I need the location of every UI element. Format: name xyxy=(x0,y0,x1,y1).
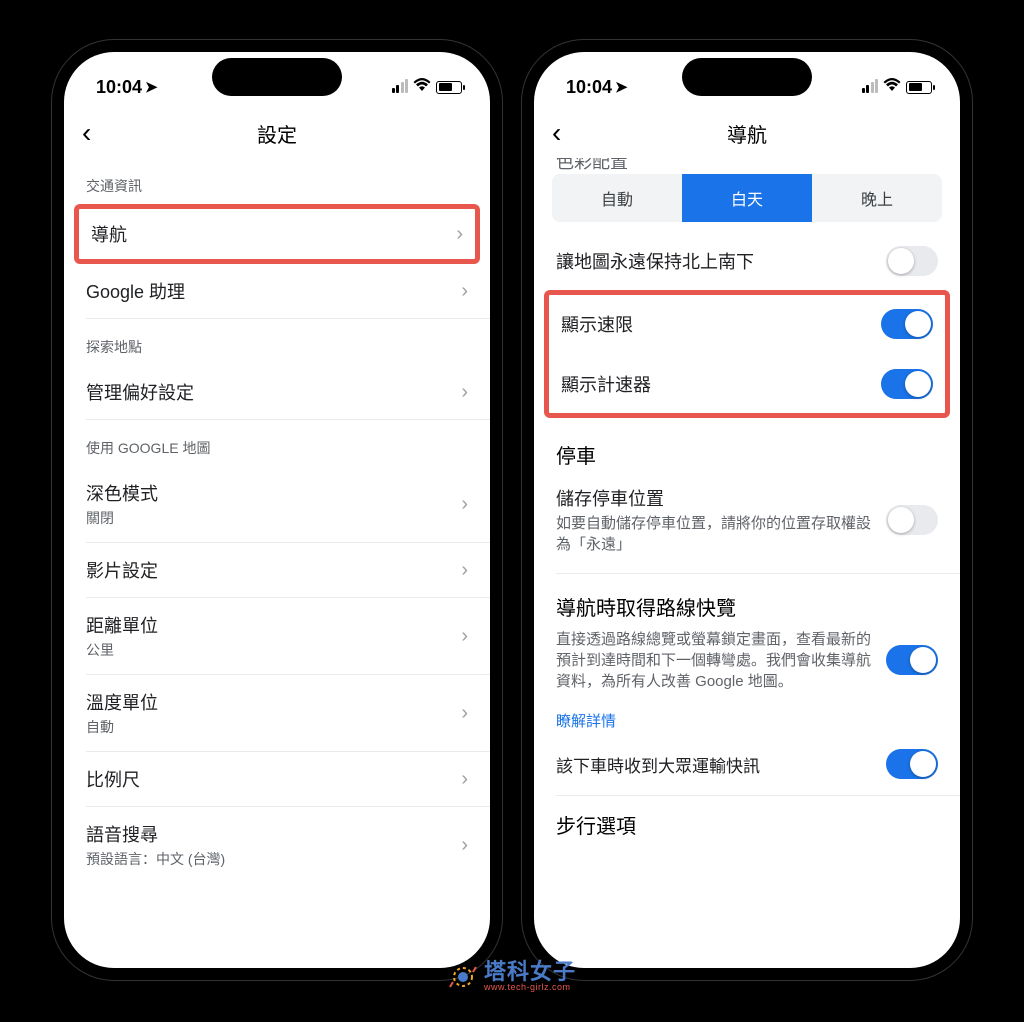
dynamic-island xyxy=(212,58,342,96)
chevron-right-icon: › xyxy=(461,381,468,404)
row-dark-mode[interactable]: 深色模式 關閉 › xyxy=(64,466,490,542)
row-voice-search[interactable]: 語音搜尋 預設語言：中文 (台灣) › xyxy=(64,807,490,883)
toggle-speed-limit[interactable] xyxy=(881,309,933,339)
highlight-navigation: 導航 › xyxy=(74,204,480,264)
row-label: 該下車時收到大眾運輸快訊 xyxy=(556,752,874,777)
chevron-right-icon: › xyxy=(461,493,468,516)
section-header-traffic: 交通資訊 xyxy=(64,158,490,204)
back-button[interactable]: ‹ xyxy=(552,117,561,149)
watermark: 塔科女子 www.tech-girlz.com xyxy=(448,961,576,992)
row-video-settings[interactable]: 影片設定 › xyxy=(64,543,490,597)
section-header-parking: 停車 xyxy=(534,422,960,475)
row-manage-preferences[interactable]: 管理偏好設定 › xyxy=(64,365,490,419)
chevron-right-icon: › xyxy=(461,625,468,648)
segmented-color-scheme: 自動 白天 晚上 xyxy=(552,174,942,222)
status-time: 10:04 xyxy=(96,77,142,98)
battery-icon xyxy=(906,81,932,94)
dynamic-island xyxy=(682,58,812,96)
chevron-right-icon: › xyxy=(461,702,468,725)
row-north-up[interactable]: 讓地圖永遠保持北上南下 xyxy=(534,236,960,286)
toggle-save-parking[interactable] xyxy=(886,505,938,535)
row-value: 預設語言：中文 (台灣) xyxy=(86,849,461,869)
chevron-right-icon: › xyxy=(461,280,468,303)
row-glance[interactable]: 直接透過路線總覽或螢幕鎖定畫面，查看最新的預計到達時間和下一個轉彎處。我們會收集… xyxy=(534,627,960,702)
phone-frame-right: 10:04 ➤ ‹ 導航 色彩配置 自動 白天 xyxy=(522,40,972,980)
screen-right: 10:04 ➤ ‹ 導航 色彩配置 自動 白天 xyxy=(534,52,960,968)
row-label: 顯示計速器 xyxy=(561,371,869,397)
row-value: 關閉 xyxy=(86,508,461,528)
back-button[interactable]: ‹ xyxy=(82,117,91,149)
toggle-transit-alert[interactable] xyxy=(886,749,938,779)
row-google-assistant[interactable]: Google 助理 › xyxy=(64,264,490,318)
row-speed-limit[interactable]: 顯示速限 xyxy=(549,299,945,349)
row-description: 如要自動儲存停車位置，請將你的位置存取權設為「永遠」 xyxy=(556,513,874,555)
row-label: 比例尺 xyxy=(86,766,461,792)
row-label: 溫度單位 xyxy=(86,689,461,715)
row-label: 導航 xyxy=(91,221,456,247)
row-scale[interactable]: 比例尺 › xyxy=(64,752,490,806)
row-label: 管理偏好設定 xyxy=(86,379,461,405)
row-label: 顯示速限 xyxy=(561,311,869,337)
row-label: 儲存停車位置 xyxy=(556,485,874,511)
location-icon: ➤ xyxy=(145,78,158,96)
toggle-north-up[interactable] xyxy=(886,246,938,276)
segment-night[interactable]: 晚上 xyxy=(812,174,942,222)
row-label: Google 助理 xyxy=(86,278,461,304)
chevron-right-icon: › xyxy=(461,768,468,791)
row-navigation[interactable]: 導航 › xyxy=(79,209,475,259)
row-value: 公里 xyxy=(86,640,461,660)
row-save-parking[interactable]: 儲存停車位置 如要自動儲存停車位置，請將你的位置存取權設為「永遠」 xyxy=(534,475,960,565)
segment-day[interactable]: 白天 xyxy=(682,174,812,222)
row-temperature-unit[interactable]: 溫度單位 自動 › xyxy=(64,675,490,751)
section-header-color-scheme: 色彩配置 xyxy=(534,158,960,174)
signal-icon xyxy=(392,81,409,93)
location-icon: ➤ xyxy=(615,78,628,96)
row-label: 距離單位 xyxy=(86,612,461,638)
row-label: 語音搜尋 xyxy=(86,821,461,847)
watermark-icon xyxy=(448,962,478,992)
section-header-glance: 導航時取得路線快覽 xyxy=(534,574,960,627)
row-label: 讓地圖永遠保持北上南下 xyxy=(556,248,874,274)
screen-left: 10:04 ➤ ‹ 設定 交通資訊 導 xyxy=(64,52,490,968)
section-header-maps: 使用 GOOGLE 地圖 xyxy=(64,420,490,466)
phone-frame-left: 10:04 ➤ ‹ 設定 交通資訊 導 xyxy=(52,40,502,980)
toggle-glance[interactable] xyxy=(886,645,938,675)
section-header-walking: 步行選項 xyxy=(534,796,960,845)
toggle-speedometer[interactable] xyxy=(881,369,933,399)
chevron-right-icon: › xyxy=(461,559,468,582)
learn-more-link[interactable]: 瞭解詳情 xyxy=(534,702,960,739)
wifi-icon xyxy=(883,78,901,97)
chevron-right-icon: › xyxy=(461,834,468,857)
row-speedometer[interactable]: 顯示計速器 xyxy=(549,359,945,409)
row-transit-alert[interactable]: 該下車時收到大眾運輸快訊 xyxy=(534,739,960,789)
battery-icon xyxy=(436,81,462,94)
status-time: 10:04 xyxy=(566,77,612,98)
watermark-url: www.tech-girlz.com xyxy=(484,983,576,992)
signal-icon xyxy=(862,81,879,93)
chevron-right-icon: › xyxy=(456,223,463,246)
row-description: 直接透過路線總覽或螢幕鎖定畫面，查看最新的預計到達時間和下一個轉彎處。我們會收集… xyxy=(556,629,874,692)
row-label: 深色模式 xyxy=(86,480,461,506)
segment-auto[interactable]: 自動 xyxy=(552,174,682,222)
section-header-explore: 探索地點 xyxy=(64,319,490,365)
nav-header: ‹ 設定 xyxy=(64,108,490,158)
highlight-speed-toggles: 顯示速限 顯示計速器 xyxy=(544,290,950,418)
page-title: 導航 xyxy=(727,119,767,148)
nav-header: ‹ 導航 xyxy=(534,108,960,158)
row-label: 影片設定 xyxy=(86,557,461,583)
page-title: 設定 xyxy=(257,119,297,148)
wifi-icon xyxy=(413,78,431,97)
row-distance-unit[interactable]: 距離單位 公里 › xyxy=(64,598,490,674)
row-value: 自動 xyxy=(86,717,461,737)
watermark-title: 塔科女子 xyxy=(484,961,576,983)
